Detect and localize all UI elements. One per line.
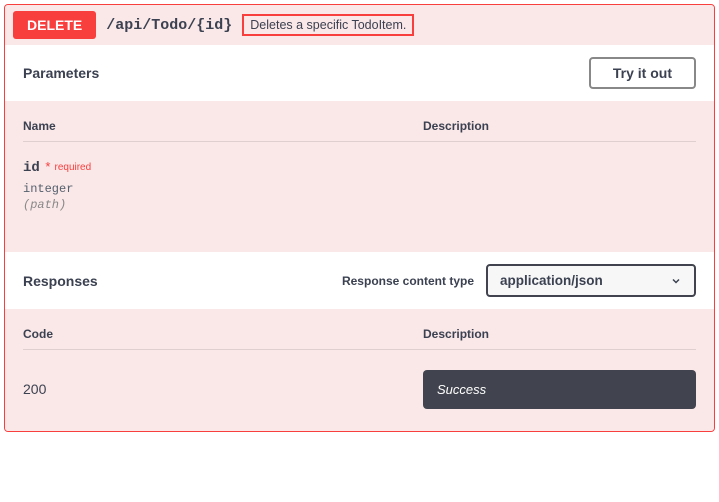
- content-type-label: Response content type: [342, 274, 474, 288]
- endpoint-path: /api/Todo/{id}: [106, 17, 232, 34]
- param-type: integer: [23, 182, 423, 196]
- responses-table-header: Code Description: [23, 327, 696, 350]
- try-it-out-button[interactable]: Try it out: [589, 57, 696, 89]
- parameter-row: id *required integer (path): [23, 158, 696, 212]
- param-name: id: [23, 160, 40, 176]
- param-in: (path): [23, 198, 423, 212]
- responses-title: Responses: [23, 273, 98, 289]
- content-type-value: application/json: [500, 273, 603, 288]
- required-star-icon: *: [42, 159, 51, 174]
- parameters-title: Parameters: [23, 65, 99, 81]
- required-label: required: [54, 162, 91, 173]
- parameters-table-header: Name Description: [23, 119, 696, 142]
- response-description: Success: [423, 370, 696, 409]
- parameters-body: Name Description id *required integer (p…: [5, 101, 714, 252]
- param-header-description: Description: [423, 119, 696, 133]
- response-header-description: Description: [423, 327, 696, 341]
- response-header-code: Code: [23, 327, 423, 341]
- response-row: 200 Success: [23, 370, 696, 409]
- operation-summary: Deletes a specific TodoItem.: [242, 14, 414, 36]
- chevron-down-icon: [670, 275, 682, 287]
- content-type-select[interactable]: application/json: [486, 264, 696, 297]
- responses-section-header: Responses Response content type applicat…: [5, 252, 714, 309]
- param-header-name: Name: [23, 119, 423, 133]
- http-method-badge: DELETE: [13, 11, 96, 39]
- parameters-section-header: Parameters Try it out: [5, 45, 714, 101]
- operation-header[interactable]: DELETE /api/Todo/{id} Deletes a specific…: [5, 5, 714, 45]
- responses-body: Code Description 200 Success: [5, 309, 714, 431]
- delete-operation-block: DELETE /api/Todo/{id} Deletes a specific…: [4, 4, 715, 432]
- response-code: 200: [23, 381, 46, 397]
